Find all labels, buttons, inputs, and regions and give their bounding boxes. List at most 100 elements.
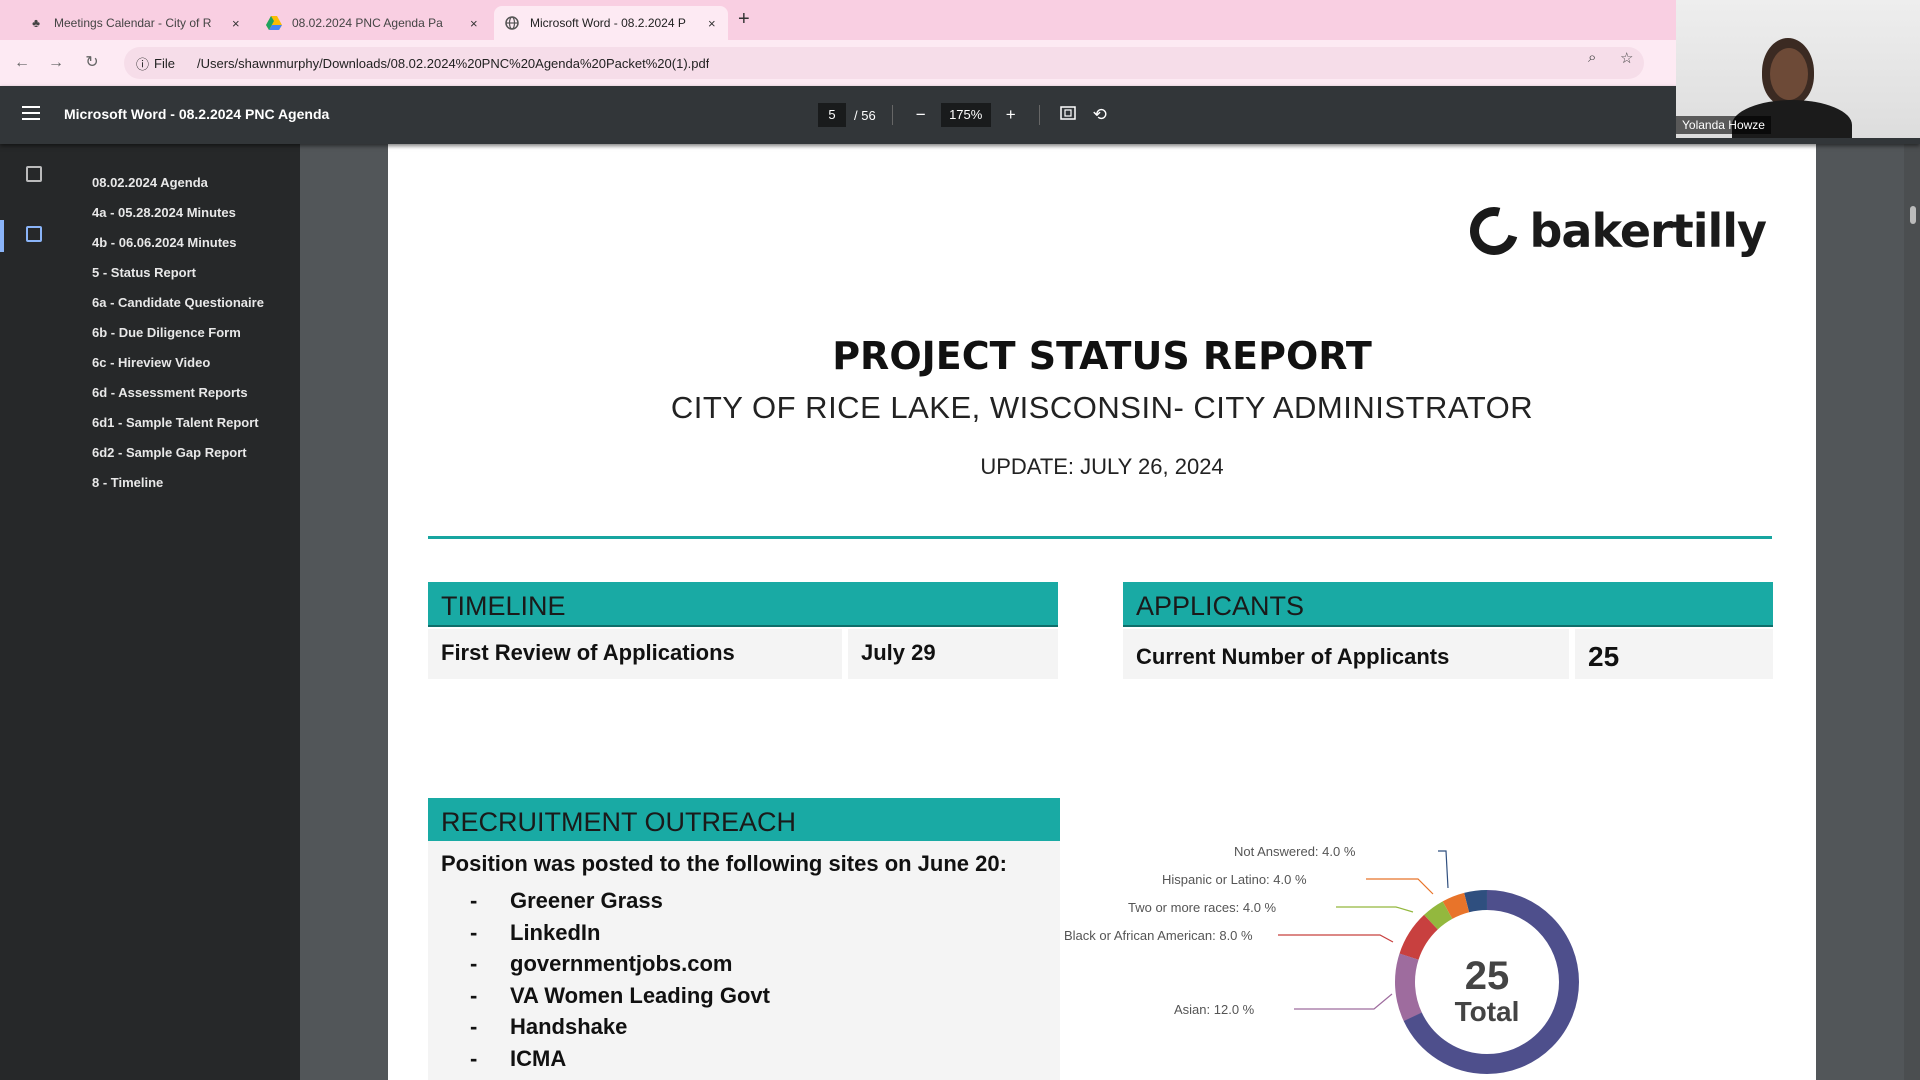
toolbar-divider <box>891 105 893 125</box>
timeline-label: First Review of Applications <box>428 629 842 679</box>
site-name: Greener Grass <box>510 888 663 913</box>
header-divider <box>428 536 1772 539</box>
leader-line-3 <box>1278 934 1394 943</box>
timeline-value: July 29 <box>848 629 1058 679</box>
outline-item[interactable]: 6d - Assessment Reports <box>92 378 264 408</box>
browser-toolbar: ← → ↻ ⓘ File /Users/shawnmurphy/Download… <box>0 40 1920 86</box>
tab-title: 08.02.2024 PNC Agenda Pa <box>292 16 443 30</box>
site-name: ICMA <box>510 1045 567 1071</box>
applicants-count: 25 <box>1575 629 1773 679</box>
outreach-lead-text: Position was posted to the following sit… <box>441 851 1007 876</box>
applicants-label: Current Number of Applicants <box>1123 629 1569 679</box>
outline-item[interactable]: 6d2 - Sample Gap Report <box>92 438 264 468</box>
close-tab-icon[interactable]: × <box>232 16 240 31</box>
outline-item[interactable]: 6b - Due Diligence Form <box>92 318 264 348</box>
site-name: VA Women Leading Govt <box>510 982 770 1008</box>
outline-item[interactable]: 08.02.2024 Agenda <box>92 168 264 198</box>
close-tab-icon[interactable]: × <box>470 16 478 31</box>
list-item: - ICMA <box>470 1046 770 1078</box>
page-number-input[interactable]: 5 <box>818 103 846 127</box>
pdf-toolbar: Microsoft Word - 08.2.2024 PNC Agenda 5 … <box>0 86 1920 144</box>
list-bullet: - <box>470 951 478 976</box>
pdf-sidebar: 08.02.2024 Agenda 4a - 05.28.2024 Minute… <box>0 144 300 1080</box>
outline-item[interactable]: 6d1 - Sample Talent Report <box>92 408 264 438</box>
tab-microsoft-word-pdf[interactable]: Microsoft Word - 08.2.2024 P × <box>494 6 728 40</box>
outline-item[interactable]: 6c - Hireview Video <box>92 348 264 378</box>
list-item: - VA Women Leading Govt <box>470 983 770 1015</box>
zoom-out-button[interactable]: − <box>909 105 933 125</box>
pdf-viewport[interactable]: bakertilly PROJECT STATUS REPORT CITY OF… <box>300 144 1920 1080</box>
back-arrow-icon[interactable]: ← <box>10 51 34 75</box>
list-item: - governmentjobs.com <box>470 951 770 983</box>
url-text: /Users/shawnmurphy/Downloads/08.02.2024%… <box>196 55 710 71</box>
outline-item[interactable]: 8 - Timeline <box>92 468 264 498</box>
slice-label-asian: Asian: 12.0 % <box>1174 1002 1255 1017</box>
thumbnails-icon[interactable] <box>26 166 42 182</box>
report-title: PROJECT STATUS REPORT <box>832 334 1372 378</box>
site-name: governmentjobs.com <box>510 951 733 976</box>
site-info-label: File <box>154 55 175 71</box>
applicants-heading: APPLICANTS <box>1123 582 1773 627</box>
tab-agenda-packet-drive[interactable]: 08.02.2024 PNC Agenda Pa × <box>256 6 488 40</box>
address-bar[interactable]: ⓘ File /Users/shawnmurphy/Downloads/08.0… <box>124 47 1644 79</box>
bookmark-star-icon[interactable]: ☆ <box>1620 49 1633 67</box>
donut-total-value: 25 <box>1464 954 1510 998</box>
logo-text: bakertilly <box>1529 204 1767 258</box>
leader-line-2 <box>1336 906 1414 913</box>
participant-face <box>1770 48 1808 100</box>
leader-line-0 <box>1438 850 1449 889</box>
slice-label-not-answered: Not Answered: 4.0 % <box>1234 844 1356 859</box>
bakertilly-mark-icon <box>1460 198 1527 264</box>
active-rail-indicator <box>0 220 4 252</box>
close-tab-icon[interactable]: × <box>708 16 716 31</box>
applicant-demographics-donut: Not Answered: 4.0 % Hispanic or Latino: … <box>1064 844 1678 1080</box>
city-favicon-icon: ♣ <box>32 16 40 30</box>
outline-item[interactable]: 5 - Status Report <box>92 258 264 288</box>
participant-name: Yolanda Howze <box>1676 116 1771 134</box>
scrollbar-thumb[interactable] <box>1910 206 1916 224</box>
leader-line-1 <box>1366 878 1434 895</box>
site-name: Handshake <box>510 1014 628 1039</box>
timeline-heading: TIMELINE <box>428 582 1058 627</box>
zoom-level-input[interactable]: 175% <box>940 103 991 127</box>
forward-arrow-icon[interactable]: → <box>44 51 68 75</box>
leader-line-4 <box>1294 993 1393 1010</box>
report-update-date: UPDATE: JULY 26, 2024 <box>980 454 1224 479</box>
vertical-scrollbar[interactable] <box>1904 144 1920 1080</box>
slice-label-two-or-more: Two or more races: 4.0 % <box>1128 900 1277 915</box>
document-outline: 08.02.2024 Agenda 4a - 05.28.2024 Minute… <box>92 168 264 498</box>
list-bullet: - <box>470 888 478 913</box>
donut-total-label: Total <box>1454 996 1520 1027</box>
zoom-magnifier-icon[interactable]: ⌕ <box>1588 49 1596 66</box>
list-bullet: - <box>470 1045 478 1071</box>
fit-page-icon[interactable] <box>1056 105 1080 126</box>
pdf-page: bakertilly PROJECT STATUS REPORT CITY OF… <box>388 144 1816 1080</box>
outline-item[interactable]: 4a - 05.28.2024 Minutes <box>92 198 264 228</box>
zoom-in-button[interactable]: + <box>999 105 1023 125</box>
recruitment-outreach-body: Position was posted to the following sit… <box>428 841 1060 1080</box>
report-subtitle: CITY OF RICE LAKE, WISCONSIN- CITY ADMIN… <box>670 390 1534 425</box>
hamburger-menu-icon[interactable] <box>22 106 40 120</box>
posting-sites-list: - Greener Grass - LinkedIn - governmentjobs… <box>470 888 770 1077</box>
webcam-video-tile: Yolanda Howze <box>1676 0 1920 138</box>
reload-icon[interactable]: ↻ <box>80 51 104 75</box>
site-info-chip[interactable]: ⓘ File <box>136 54 187 73</box>
new-tab-button[interactable]: + <box>738 8 750 31</box>
tab-title: Meetings Calendar - City of R <box>54 16 212 30</box>
tab-meetings-calendar[interactable]: ♣ Meetings Calendar - City of R × <box>18 6 250 40</box>
google-drive-favicon-icon <box>266 15 282 31</box>
list-bullet: - <box>470 1014 478 1039</box>
page-controls: 5 / 56 − 175% + ⟲ <box>818 103 1112 127</box>
pdf-document-title: Microsoft Word - 08.2.2024 PNC Agenda <box>64 106 330 122</box>
list-item: - Greener Grass <box>470 888 770 920</box>
list-item: - Handshake <box>470 1014 770 1046</box>
document-outline-icon[interactable] <box>26 226 42 242</box>
recruitment-outreach-heading: RECRUITMENT OUTREACH <box>428 798 1060 843</box>
rotate-icon[interactable]: ⟲ <box>1088 105 1112 125</box>
list-bullet: - <box>470 919 478 945</box>
list-bullet: - <box>470 982 478 1008</box>
outline-item[interactable]: 4b - 06.06.2024 Minutes <box>92 228 264 258</box>
info-icon: ⓘ <box>136 56 150 72</box>
bakertilly-logo: bakertilly <box>1460 198 1767 264</box>
outline-item[interactable]: 6a - Candidate Questionaire <box>92 288 264 318</box>
